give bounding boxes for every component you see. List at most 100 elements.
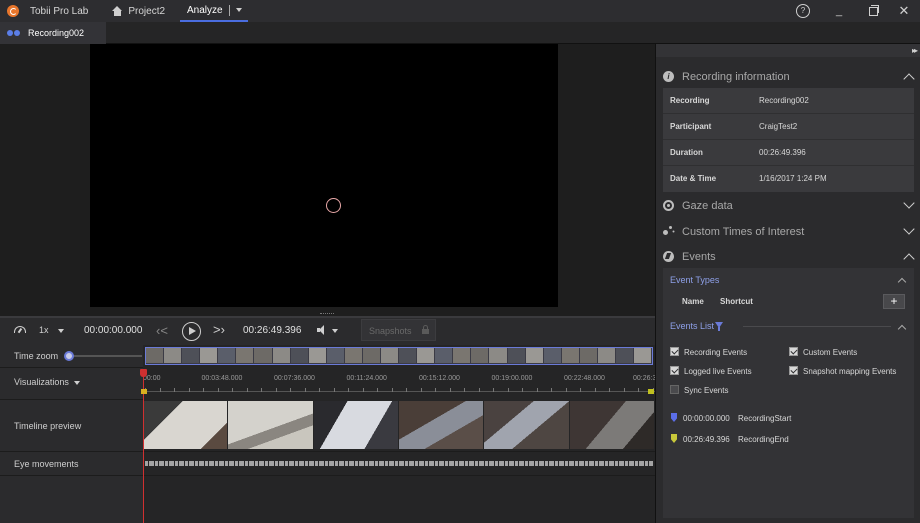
tab-analyze[interactable]: Analyze [180, 0, 248, 22]
snapshots-button[interactable]: Snapshots [361, 319, 436, 341]
tab-separator [228, 4, 230, 16]
preview-frame [484, 401, 569, 449]
speed-gauge-icon[interactable] [14, 326, 26, 333]
time-ruler[interactable]: 00:00 00:03:48.000 00:07:36.000 00:11:24.00… [143, 369, 660, 397]
tick-mark [275, 388, 277, 392]
home-icon[interactable] [112, 6, 123, 16]
chevron-down-icon[interactable] [332, 329, 338, 333]
tick-mark [391, 388, 393, 392]
tick-mark [507, 388, 509, 392]
time-zoom-label: Time zoom [14, 351, 59, 361]
chevron-up-icon[interactable] [903, 253, 915, 265]
help-icon[interactable]: ? [796, 4, 810, 18]
tick-mark [174, 388, 175, 392]
project-name[interactable]: Project2 [128, 6, 165, 17]
chevron-down-icon[interactable] [903, 197, 915, 209]
app-name: Tobii Pro Lab [30, 5, 89, 17]
chevron-down-icon[interactable] [235, 8, 242, 12]
event-name[interactable]: RecordingStart [738, 414, 791, 423]
time-zoom-strip[interactable] [145, 347, 653, 365]
tick-mark [638, 388, 639, 392]
checkbox-snapshot-mapping-events[interactable] [789, 366, 798, 375]
minimize-icon[interactable]: _ [832, 4, 846, 18]
tick-mark [536, 388, 538, 392]
info-key: Duration [670, 148, 703, 157]
playhead-handle[interactable] [140, 369, 147, 377]
end-time: 00:26:49.396 [243, 325, 302, 336]
time-zoom-slider[interactable] [66, 355, 142, 357]
zoom-thumbnail [146, 348, 164, 363]
tick-label: 00:11:24.000 [346, 375, 387, 382]
info-value: Recording002 [759, 96, 809, 105]
zoom-thumbnail [634, 348, 652, 363]
filter-label: Sync Events [684, 386, 729, 395]
zoom-thumbnail [616, 348, 634, 363]
info-key: Participant [670, 122, 712, 131]
section-title: Recording information [682, 71, 790, 83]
tick-mark [290, 388, 291, 392]
event-time[interactable]: 00:26:49.396 [683, 435, 730, 444]
divider [143, 475, 655, 476]
chevron-down-icon[interactable] [58, 329, 64, 333]
checkbox-recording-events[interactable] [670, 347, 679, 356]
checkbox-logged-live-events[interactable] [670, 366, 679, 375]
chevron-down-icon[interactable] [74, 381, 80, 385]
zoom-thumbnail [308, 348, 326, 363]
event-types-title[interactable]: Event Types [670, 275, 719, 285]
section-events[interactable]: Events [656, 246, 920, 268]
event-time[interactable]: 00:00:00.000 [683, 414, 730, 423]
next-segment-icon[interactable]: >› [213, 322, 225, 337]
custom-toi-icon [663, 226, 674, 237]
preview-frame [398, 401, 484, 449]
section-title: Custom Times of Interest [682, 226, 805, 238]
chevron-up-icon[interactable] [903, 73, 915, 85]
collapse-panel-icon[interactable]: ▸▸ [912, 46, 918, 55]
timeline-tracks[interactable]: 00:00 00:03:48.000 00:07:36.000 00:11:24.00… [140, 345, 660, 523]
info-value: 00:26:49.396 [759, 148, 806, 157]
section-custom-toi[interactable]: Custom Times of Interest [656, 221, 920, 243]
resize-grip[interactable] [320, 313, 334, 315]
events-list-title[interactable]: Events List [670, 321, 714, 331]
timeline-row-labels: Time zoom Visualizations Timeline previe… [0, 345, 143, 523]
tick-label: 00:15:12.000 [419, 375, 460, 382]
section-recording-information[interactable]: i Recording information [656, 66, 920, 88]
previous-segment-icon[interactable]: ‹< [156, 323, 168, 338]
checkbox-custom-events[interactable] [789, 347, 798, 356]
playback-controls: 1x 00:00:00.000 ‹< >› 00:26:49.396 Snaps… [0, 316, 655, 345]
zoom-thumbnail [489, 348, 507, 363]
tick-mark [377, 388, 378, 392]
restore-icon[interactable] [866, 4, 880, 18]
tick-mark [304, 388, 306, 392]
timeline-preview-frames[interactable] [143, 401, 655, 449]
info-row: Recording Recording002 [663, 88, 914, 114]
checkbox-sync-events[interactable] [670, 385, 679, 394]
divider [743, 326, 891, 327]
tab-recording[interactable]: Recording002 [0, 22, 106, 44]
event-name[interactable]: RecordingEnd [738, 435, 789, 444]
zoom-thumbnail [218, 348, 236, 363]
filter-icon[interactable] [715, 322, 723, 331]
time-zoom-handle[interactable] [64, 351, 74, 361]
add-event-type-button[interactable]: + [883, 294, 905, 309]
tick-label: 00:03:48.000 [201, 375, 243, 382]
chevron-up-icon[interactable] [897, 324, 907, 334]
volume-icon[interactable] [317, 325, 328, 335]
zoom-thumbnail [272, 348, 290, 363]
eye-movements-track[interactable] [145, 461, 653, 466]
chevron-down-icon[interactable] [903, 223, 915, 235]
tick-mark [232, 388, 233, 392]
tab-analyze-label: Analyze [187, 4, 223, 16]
speed-value[interactable]: 1x [39, 325, 49, 335]
section-gaze-data[interactable]: Gaze data [656, 195, 920, 217]
play-button[interactable] [182, 322, 201, 341]
event-marker-end [671, 434, 677, 443]
zoom-thumbnail [236, 348, 254, 363]
visualizations-label[interactable]: Visualizations [14, 377, 69, 387]
right-panel: ▸▸ i Recording information Recording Rec… [655, 44, 920, 523]
chevron-up-icon[interactable] [897, 277, 907, 287]
zoom-thumbnail [326, 348, 344, 363]
close-icon[interactable]: ✕ [897, 4, 911, 18]
video-player[interactable] [90, 44, 558, 307]
zoom-thumbnail [525, 348, 543, 363]
zoom-thumbnail [417, 348, 435, 363]
